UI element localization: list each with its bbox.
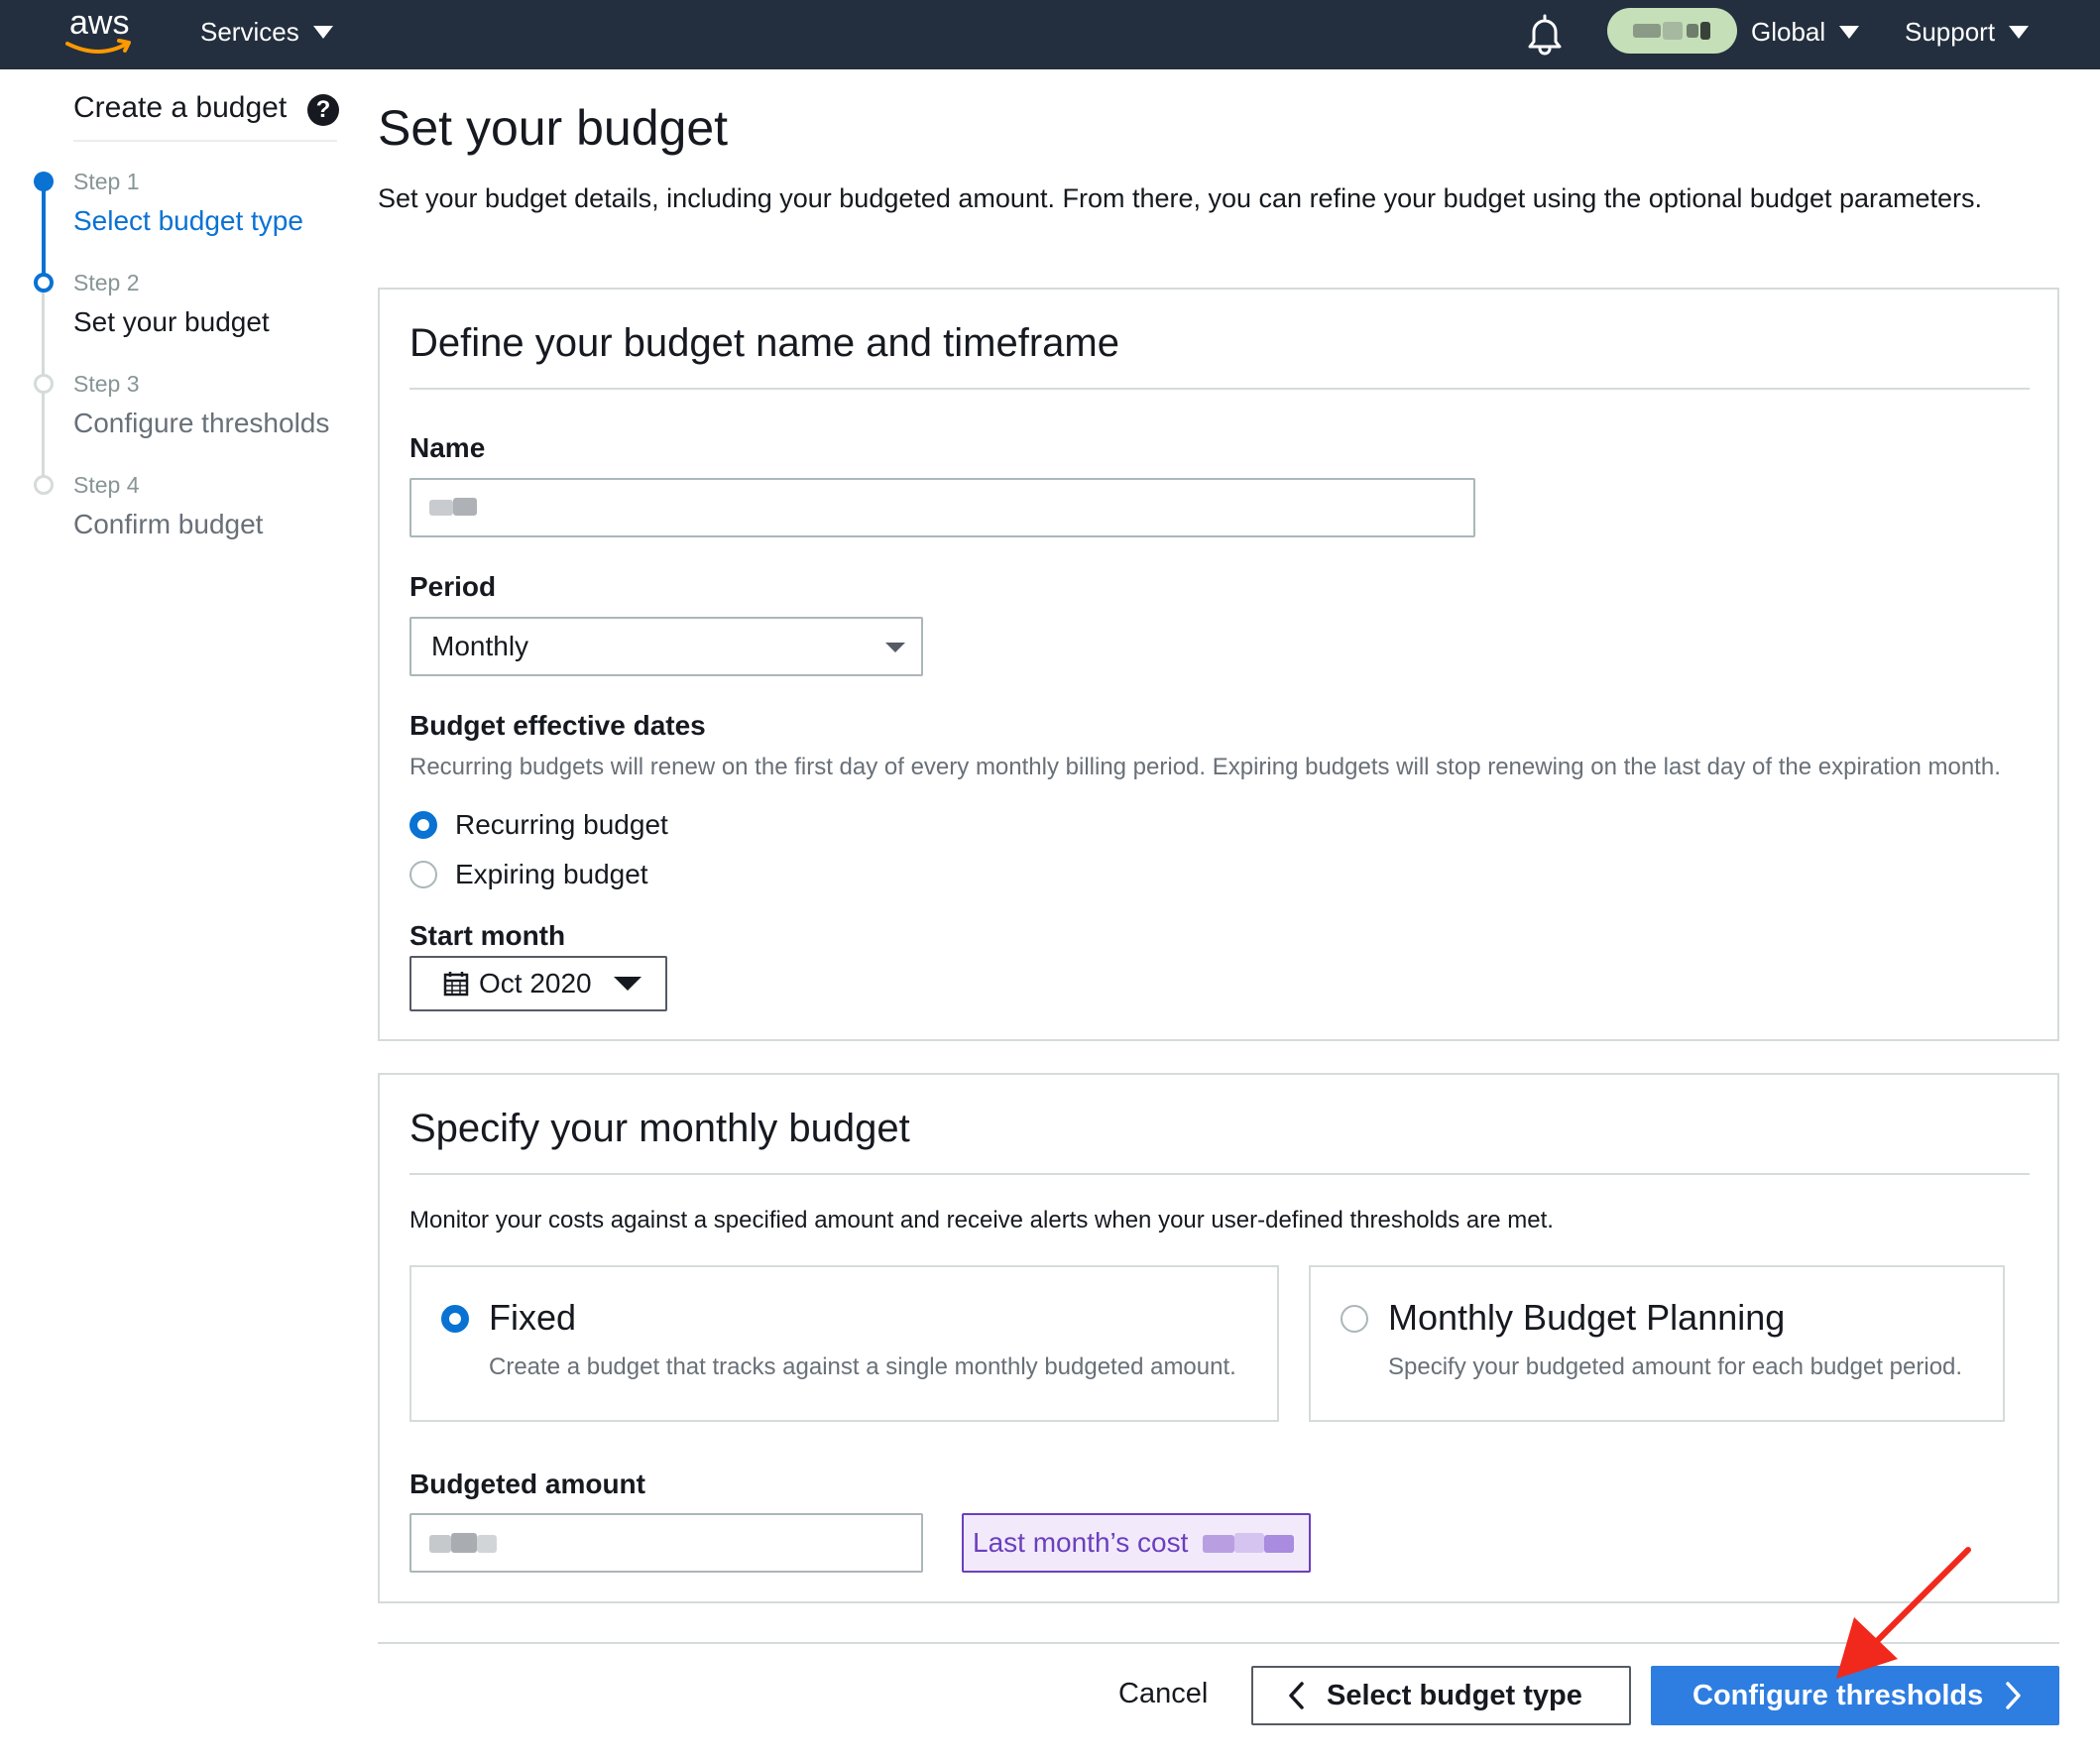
radio-selected-icon — [409, 811, 437, 839]
support-label: Support — [1905, 17, 1996, 47]
chevron-right-icon — [2006, 1682, 2021, 1709]
budgeted-amount-input[interactable] — [409, 1513, 923, 1573]
help-icon[interactable]: ? — [307, 94, 339, 126]
divider — [409, 388, 2030, 390]
step-4-indicator — [34, 475, 54, 495]
calendar-icon — [443, 972, 469, 997]
start-month-label: Start month — [409, 920, 566, 951]
period-label: Period — [409, 571, 497, 602]
expiring-budget-radio[interactable]: Expiring budget — [409, 859, 648, 890]
step-2-label: Set your budget — [73, 306, 270, 337]
recurring-budget-radio[interactable]: Recurring budget — [409, 809, 668, 841]
caret-down-icon — [613, 977, 642, 991]
region-label: Global — [1751, 17, 1826, 47]
fixed-tile-title: Fixed — [489, 1297, 577, 1338]
period-selected-value: Monthly — [431, 631, 529, 661]
account-menu[interactable] — [1607, 8, 1737, 54]
step-4-label: Confirm budget — [73, 509, 264, 539]
redacted-text — [1687, 24, 1698, 38]
budget-name-input[interactable] — [409, 478, 1475, 537]
previous-step-label: Select budget type — [1327, 1679, 1582, 1711]
annotation-arrow-icon — [1836, 1547, 1971, 1679]
aws-logo[interactable]: aws — [65, 4, 135, 59]
planning-tile-description: Specify your budgeted amount for each bu… — [1388, 1353, 1963, 1380]
redacted-text — [1203, 1535, 1234, 1553]
last-month-cost-button[interactable]: Last month’s cost — [962, 1513, 1311, 1573]
name-label: Name — [409, 432, 486, 463]
step-2-indicator — [34, 273, 54, 293]
redacted-text — [1234, 1533, 1264, 1553]
services-menu[interactable]: Services — [200, 14, 333, 50]
start-month-value: Oct 2020 — [479, 968, 592, 999]
redacted-text — [453, 498, 477, 516]
expiring-budget-label: Expiring budget — [455, 859, 648, 889]
step-connector — [42, 181, 46, 283]
divider — [73, 140, 337, 142]
budget-effective-dates-hint: Recurring budgets will renew on the firs… — [409, 754, 2001, 780]
top-navigation-bar: aws Services Global Support — [0, 0, 2100, 69]
fixed-tile-description: Create a budget that tracks against a si… — [489, 1353, 1236, 1380]
redacted-text — [477, 1535, 497, 1553]
monthly-budget-description: Monitor your costs against a specified a… — [409, 1207, 1554, 1234]
redacted-text — [451, 1533, 477, 1553]
last-month-cost-label: Last month’s cost — [973, 1527, 1189, 1558]
radio-selected-icon — [441, 1305, 469, 1333]
fixed-budget-tile[interactable]: Fixed Create a budget that tracks agains… — [409, 1265, 1279, 1422]
page-title: Set your budget — [378, 100, 729, 156]
planning-tile-title: Monthly Budget Planning — [1388, 1297, 1786, 1338]
notification-bell-icon[interactable] — [1525, 12, 1565, 56]
redacted-text — [429, 1535, 451, 1553]
budget-effective-dates-label: Budget effective dates — [409, 710, 706, 741]
monthly-budget-planning-tile[interactable]: Monthly Budget Planning Specify your bud… — [1309, 1265, 2005, 1422]
next-step-label: Configure thresholds — [1692, 1679, 1984, 1711]
caret-down-icon — [2009, 25, 2030, 39]
region-menu[interactable]: Global — [1751, 14, 1860, 50]
aws-smile-icon — [65, 39, 131, 54]
period-select[interactable]: Monthly — [409, 617, 923, 676]
panel-heading: Define your budget name and timeframe — [409, 321, 1119, 365]
step-1-number: Step 1 — [73, 169, 140, 194]
panel-heading: Specify your monthly budget — [409, 1107, 910, 1150]
caret-down-icon — [312, 25, 333, 39]
step-2-number: Step 2 — [73, 270, 140, 295]
redacted-text — [429, 500, 453, 516]
caret-down-icon — [1839, 25, 1860, 39]
cancel-button[interactable]: Cancel — [1118, 1678, 1208, 1710]
step-1-link[interactable]: Select budget type — [73, 205, 303, 237]
radio-unselected-icon — [409, 861, 437, 888]
page-description: Set your budget details, including your … — [378, 183, 1983, 213]
budgeted-amount-label: Budgeted amount — [409, 1469, 645, 1499]
redacted-text — [1700, 22, 1710, 40]
start-month-picker[interactable]: Oct 2020 — [409, 956, 667, 1011]
divider — [409, 1173, 2030, 1175]
support-menu[interactable]: Support — [1905, 14, 2030, 50]
step-4-number: Step 4 — [73, 472, 140, 498]
divider — [378, 1642, 2059, 1644]
previous-step-button[interactable]: Select budget type — [1251, 1666, 1631, 1725]
caret-down-icon — [885, 643, 905, 652]
step-1-indicator — [34, 172, 54, 191]
step-3-number: Step 3 — [73, 371, 140, 397]
redacted-text — [1264, 1535, 1294, 1553]
wizard-title: Create a budget — [73, 91, 288, 124]
step-3-indicator — [34, 374, 54, 394]
chevron-left-icon — [1289, 1682, 1304, 1709]
radio-unselected-icon — [1341, 1305, 1368, 1333]
step-3-label: Configure thresholds — [73, 408, 330, 438]
services-label: Services — [200, 17, 299, 47]
recurring-budget-label: Recurring budget — [455, 809, 668, 840]
redacted-text — [1663, 22, 1683, 40]
redacted-text — [1633, 24, 1661, 38]
